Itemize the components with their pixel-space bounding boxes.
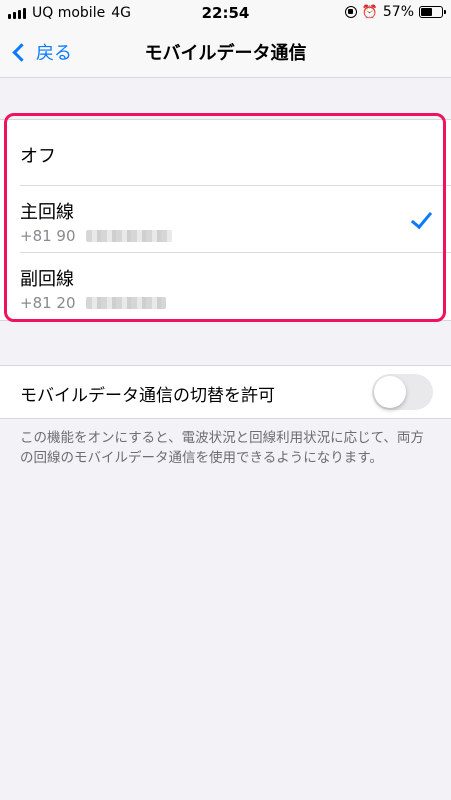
page-title: モバイルデータ通信 [144,43,307,64]
data-switching-toggle[interactable] [372,374,433,410]
data-switching-row: モバイルデータ通信の切替を許可 [0,365,451,419]
battery-icon [419,6,446,18]
data-switching-description: この機能をオンにすると、電波状況と回線利用状況に応じて、両方の回線のモバイルデー… [20,430,424,466]
status-bar: UQ mobile 4G 22:54 ⏰ 57% [0,0,451,26]
navigation-bar: 戻る モバイルデータ通信 [0,26,451,78]
toggle-knob [374,376,406,408]
redacted-number [85,297,166,309]
option-off-label: オフ [20,146,56,167]
battery-percent: 57% [382,4,414,20]
alarm-icon: ⏰ [361,4,378,20]
checkmark-icon [410,206,433,230]
primary-line-label: 主回線 [20,202,74,223]
orientation-lock-icon [344,6,357,18]
secondary-line-label: 副回線 [20,269,74,290]
primary-line-number: +81 90 [20,227,172,245]
data-switching-label: モバイルデータ通信の切替を許可 [20,386,275,406]
option-off[interactable]: オフ [0,120,451,186]
line-selection-group: オフ 主回線 +81 90 副回線 +81 20 [0,119,451,321]
secondary-number-prefix: +81 20 [20,294,76,312]
primary-number-prefix: +81 90 [20,227,76,245]
redacted-number [85,230,172,242]
secondary-line-number: +81 20 [20,294,166,312]
status-right: ⏰ 57% [344,4,446,20]
option-primary-line[interactable]: 主回線 +81 90 [0,186,451,253]
option-secondary-line[interactable]: 副回線 +81 20 [0,253,451,320]
